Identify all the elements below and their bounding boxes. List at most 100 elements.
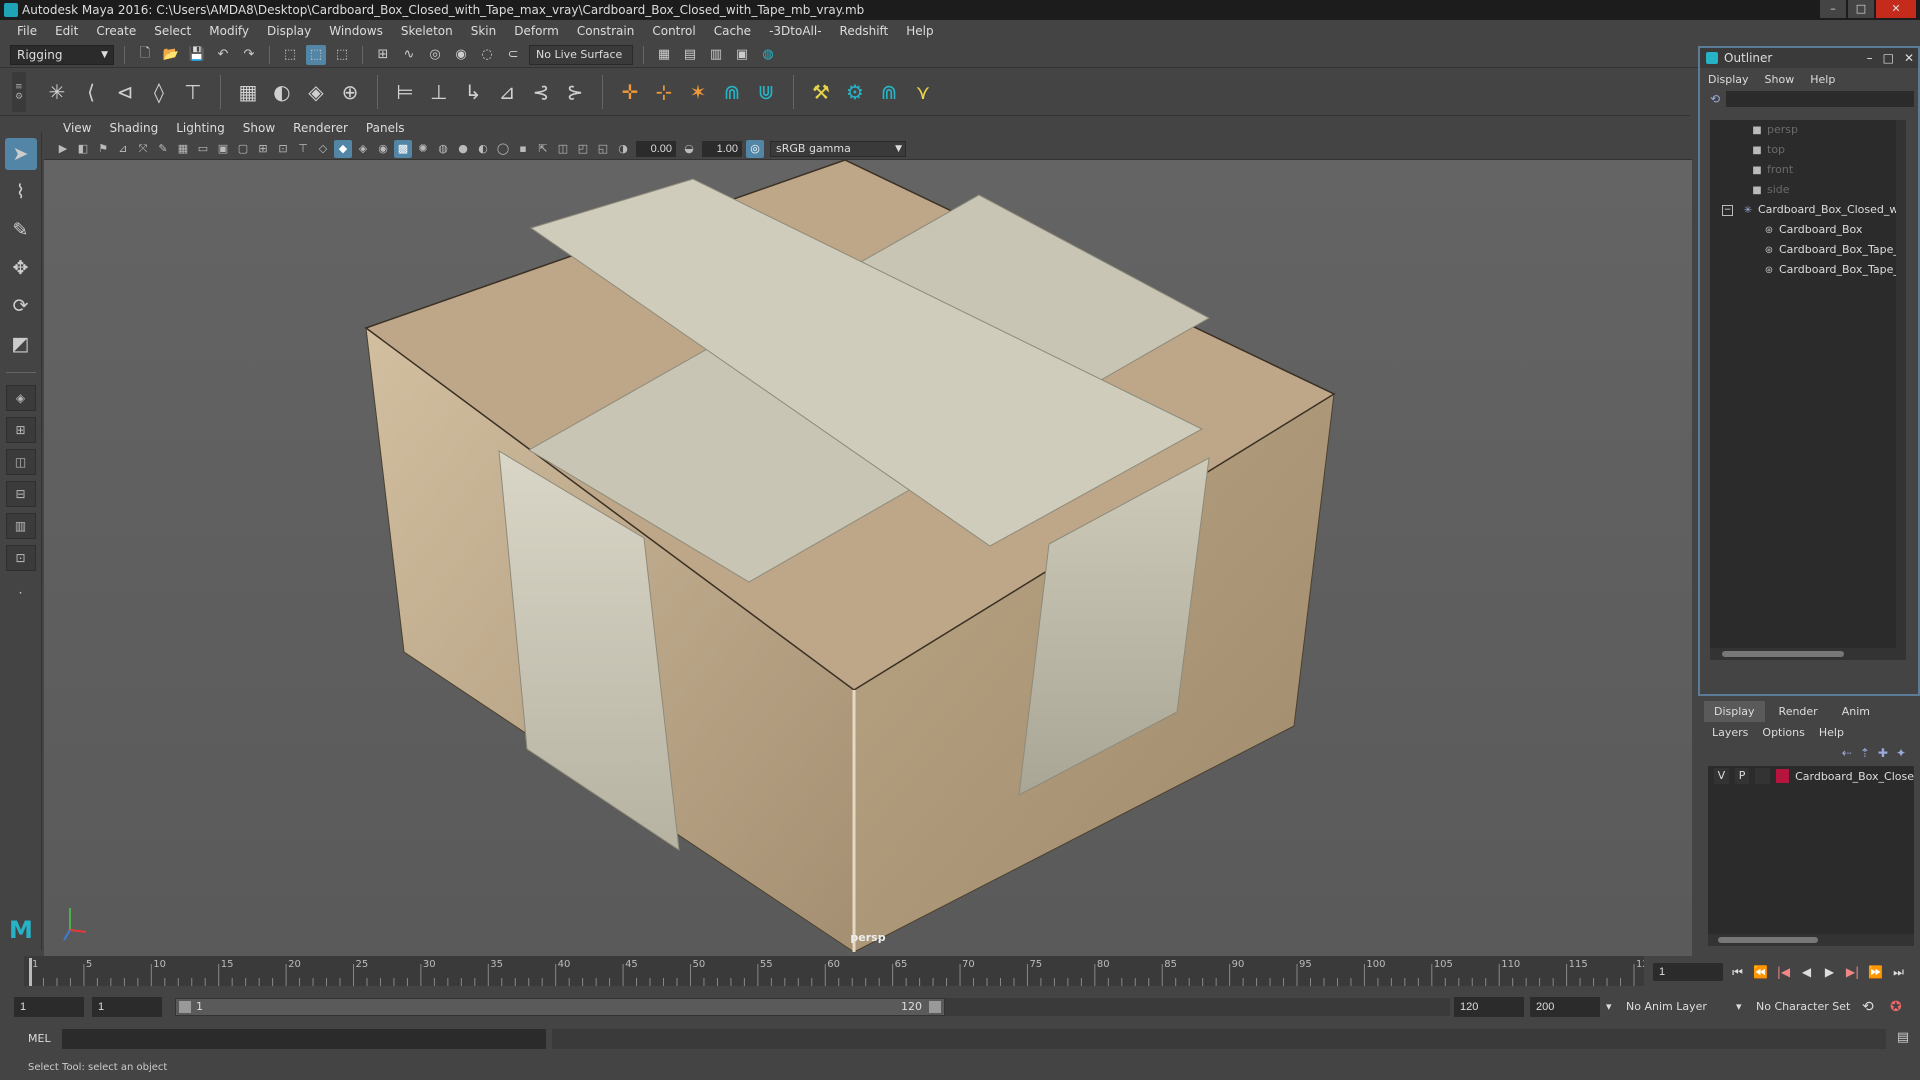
custom-rig-icon[interactable]: ⋎ — [908, 77, 938, 107]
layer-display-type-toggle[interactable] — [1755, 768, 1771, 784]
layer-visibility-toggle[interactable]: V — [1714, 768, 1729, 784]
animation-preferences-icon[interactable]: ✪ — [1890, 997, 1902, 1017]
gamma-icon[interactable]: ◒ — [680, 140, 698, 158]
persp-outliner-layout-icon[interactable]: ◫ — [5, 449, 36, 475]
viewport-menu-renderer[interactable]: Renderer — [284, 121, 357, 135]
outliner-maximize-button[interactable]: □ — [1883, 48, 1894, 68]
menu-deform[interactable]: Deform — [505, 24, 568, 38]
layer-menu-help[interactable]: Help — [1819, 726, 1844, 739]
outliner-item-front[interactable]: ■ front — [1710, 160, 1906, 180]
scrollbar-thumb[interactable] — [1718, 937, 1818, 943]
grid-icon[interactable]: ▦ — [174, 140, 192, 158]
paint-weights-icon[interactable]: ↳ — [458, 77, 488, 107]
menu-display[interactable]: Display — [258, 24, 320, 38]
outliner-search-input[interactable] — [1726, 91, 1914, 107]
bind-skin-icon[interactable]: ⊨ — [390, 77, 420, 107]
anti-aliasing-icon[interactable]: ◯ — [494, 140, 512, 158]
play-backwards-icon[interactable]: ◀ — [1797, 962, 1816, 982]
outliner-item-group[interactable]: − ✳ Cardboard_Box_Closed_wi — [1710, 200, 1906, 220]
select-object-icon[interactable]: ⬚ — [306, 44, 326, 65]
anim-layer-dropdown[interactable]: No Anim Layer — [1626, 997, 1736, 1017]
xray-joints-icon[interactable]: ◰ — [574, 140, 592, 158]
wireframe-icon[interactable]: ◇ — [314, 140, 332, 158]
safe-action-icon[interactable]: ⊡ — [274, 140, 292, 158]
playback-start-field[interactable] — [92, 997, 162, 1017]
menu-help[interactable]: Help — [897, 24, 942, 38]
save-scene-icon[interactable]: 💾 — [187, 45, 207, 65]
outliner-menu-help[interactable]: Help — [1810, 73, 1835, 86]
xray-icon[interactable]: ◫ — [554, 140, 572, 158]
new-empty-layer-icon[interactable]: ✚ — [1878, 746, 1888, 760]
command-input[interactable] — [62, 1029, 546, 1049]
paint-select-icon[interactable]: ✎ — [5, 214, 37, 246]
outliner-item-side[interactable]: ■ side — [1710, 180, 1906, 200]
move-tool-icon[interactable]: ✥ — [5, 252, 37, 284]
layer-menu-options[interactable]: Options — [1762, 726, 1804, 739]
chevron-down-icon[interactable]: ▾ — [1606, 997, 1620, 1017]
mirror-joint-icon[interactable]: ⊲ — [110, 77, 140, 107]
persp-uv-layout-icon[interactable]: ⊡ — [5, 545, 36, 571]
use-default-material-icon[interactable]: ◉ — [374, 140, 392, 158]
animation-start-field[interactable] — [14, 997, 84, 1017]
hik-icon[interactable]: ⋒ — [717, 77, 747, 107]
image-plane-icon[interactable]: ⊿ — [114, 140, 132, 158]
gate-mask-icon[interactable]: ▢ — [234, 140, 252, 158]
live-surface-field[interactable]: No Live Surface — [529, 44, 633, 65]
current-time-marker[interactable] — [29, 958, 32, 986]
hypershade-icon[interactable]: ◍ — [758, 45, 778, 65]
hik-character-icon[interactable]: ⋓ — [751, 77, 781, 107]
render-frame-icon[interactable]: ▤ — [680, 45, 700, 65]
minimize-button[interactable]: – — [1820, 0, 1846, 18]
menu-control[interactable]: Control — [643, 24, 704, 38]
select-component-icon[interactable]: ⬚ — [332, 45, 352, 65]
menu-constrain[interactable]: Constrain — [568, 24, 644, 38]
tab-display-layers[interactable]: Display — [1704, 701, 1765, 722]
menu-file[interactable]: File — [8, 24, 46, 38]
field-chart-icon[interactable]: ⊞ — [254, 140, 272, 158]
persp-hypershade-layout-icon[interactable]: ▥ — [5, 513, 36, 539]
snap-grid-icon[interactable]: ⊞ — [373, 45, 393, 65]
hik-control-icon[interactable]: ⋒ — [874, 77, 904, 107]
depth-of-field-icon[interactable]: ▪ — [514, 140, 532, 158]
smooth-bind-icon[interactable]: ⊥ — [424, 77, 454, 107]
locator-icon[interactable]: ✛ — [615, 77, 645, 107]
screen-space-ao-icon[interactable]: ● — [454, 140, 472, 158]
render-settings-icon[interactable]: ▦ — [654, 45, 674, 65]
step-back-frame-icon[interactable]: |◀ — [1774, 962, 1793, 982]
outliner-vertical-scrollbar[interactable] — [1896, 120, 1906, 660]
orient-joint-icon[interactable]: ◊ — [144, 77, 174, 107]
snap-surface-icon[interactable]: ◌ — [477, 45, 497, 65]
outliner-menu-show[interactable]: Show — [1765, 73, 1795, 86]
exposure-field[interactable] — [636, 140, 676, 157]
color-management-icon[interactable]: ◎ — [746, 139, 764, 158]
step-back-key-icon[interactable]: ⏪ — [1751, 962, 1770, 982]
lights-icon[interactable]: ✺ — [414, 140, 432, 158]
script-editor-icon[interactable]: ▤ — [1894, 1030, 1912, 1048]
rotate-tool-icon[interactable]: ⟳ — [5, 290, 37, 322]
aim-constraint-icon[interactable]: ✶ — [683, 77, 713, 107]
range-start-handle[interactable] — [179, 1001, 191, 1013]
scrollbar-thumb[interactable] — [1722, 651, 1844, 657]
control-rig-icon[interactable]: ⚙ — [840, 77, 870, 107]
isolate-select-icon[interactable]: ⇱ — [534, 140, 552, 158]
persp-graph-layout-icon[interactable]: ⊟ — [5, 481, 36, 507]
resolution-gate-icon[interactable]: ▣ — [214, 140, 232, 158]
range-end-handle[interactable] — [929, 1001, 941, 1013]
menu-modify[interactable]: Modify — [200, 24, 258, 38]
magnet-icon[interactable]: ⊂ — [503, 45, 523, 65]
script-language-label[interactable]: MEL — [28, 1030, 51, 1048]
viewport-menu-view[interactable]: View — [54, 121, 100, 135]
layer-row[interactable]: V P Cardboard_Box_Close — [1708, 766, 1914, 786]
camera-attributes-icon[interactable]: ◧ — [74, 140, 92, 158]
redo-icon[interactable]: ↷ — [239, 45, 259, 65]
menu-skin[interactable]: Skin — [462, 24, 506, 38]
outliner-close-button[interactable]: ✕ — [1904, 48, 1914, 68]
insert-joint-icon[interactable]: ⟨ — [76, 77, 106, 107]
step-forward-frame-icon[interactable]: ▶| — [1843, 962, 1862, 982]
step-forward-key-icon[interactable]: ⏩ — [1866, 962, 1885, 982]
go-to-start-icon[interactable]: ⏮ — [1728, 962, 1747, 982]
layer-playback-toggle[interactable]: P — [1734, 768, 1750, 784]
ik-handle-icon[interactable]: ⊤ — [178, 77, 208, 107]
time-ruler[interactable]: 1 5 10 15 20 25 30 35 40 45 50 55 60 65 70 75 80 85 90 95 10… — [24, 956, 1655, 986]
auto-key-icon[interactable]: ⟲ — [1862, 997, 1874, 1017]
